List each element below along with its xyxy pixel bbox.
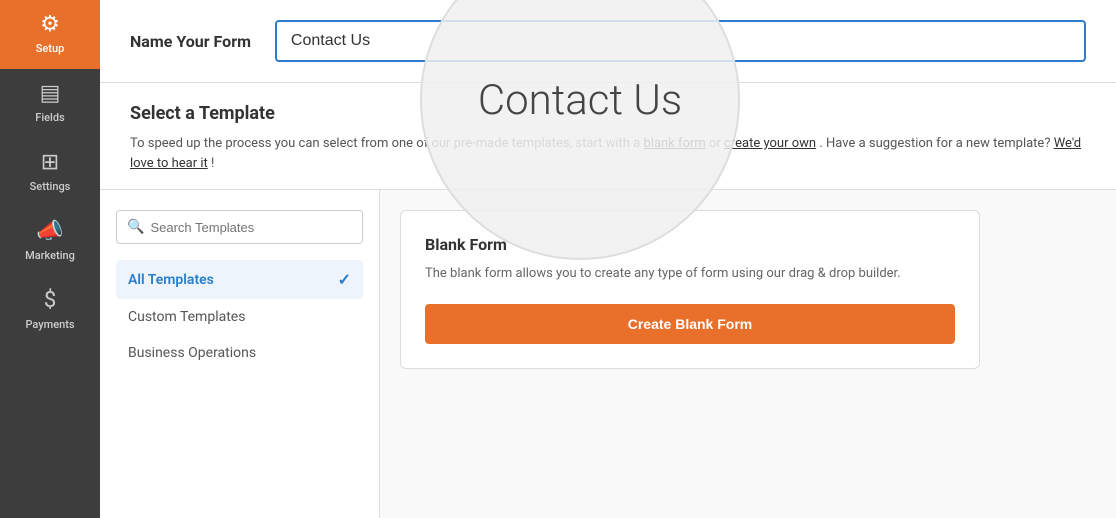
nav-custom-templates-label: Custom Templates bbox=[128, 309, 245, 325]
select-template-section: Select a Template To speed up the proces… bbox=[100, 83, 1116, 190]
search-input[interactable] bbox=[150, 220, 352, 235]
desc-after: . Have a suggestion for a new template? bbox=[819, 136, 1053, 151]
nav-all-templates-label: All Templates bbox=[128, 272, 214, 288]
checkmark-icon: ✓ bbox=[338, 270, 351, 289]
nav-business-operations[interactable]: Business Operations bbox=[116, 335, 363, 371]
nav-all-templates[interactable]: All Templates ✓ bbox=[116, 260, 363, 299]
template-section-title: Select a Template bbox=[130, 103, 1086, 124]
settings-icon: ⊞ bbox=[41, 152, 59, 174]
left-panel: 🔍 All Templates ✓ Custom Templates Busin… bbox=[100, 190, 380, 518]
desc-end: ! bbox=[211, 156, 214, 171]
nav-business-operations-label: Business Operations bbox=[128, 345, 256, 361]
gear-icon: ⚙ bbox=[40, 14, 60, 36]
marketing-icon: 📣 bbox=[36, 221, 63, 243]
blank-form-link[interactable]: blank form bbox=[643, 136, 705, 151]
sidebar-label-settings: Settings bbox=[30, 180, 71, 193]
form-name-input[interactable] bbox=[275, 20, 1086, 62]
search-icon: 🔍 bbox=[127, 219, 144, 235]
right-panel: Blank Form The blank form allows you to … bbox=[380, 190, 1116, 518]
sidebar-item-setup[interactable]: ⚙ Setup bbox=[0, 0, 100, 69]
sidebar-label-fields: Fields bbox=[35, 111, 64, 124]
blank-form-card: Blank Form The blank form allows you to … bbox=[400, 210, 980, 369]
desc-middle: or bbox=[709, 136, 724, 151]
sidebar-item-marketing[interactable]: 📣 Marketing bbox=[0, 207, 100, 276]
payments-icon: $ bbox=[44, 290, 56, 312]
create-blank-form-button[interactable]: Create Blank Form bbox=[425, 304, 955, 344]
main-content: Name Your Form Select a Template To spee… bbox=[100, 0, 1116, 518]
desc-before: To speed up the process you can select f… bbox=[130, 136, 643, 151]
blank-form-card-desc: The blank form allows you to create any … bbox=[425, 264, 955, 284]
nav-custom-templates[interactable]: Custom Templates bbox=[116, 299, 363, 335]
sidebar-label-marketing: Marketing bbox=[25, 249, 75, 262]
sidebar: ⚙ Setup ▤ Fields ⊞ Settings 📣 Marketing … bbox=[0, 0, 100, 518]
template-section-desc: To speed up the process you can select f… bbox=[130, 134, 1086, 173]
sidebar-item-settings[interactable]: ⊞ Settings bbox=[0, 138, 100, 207]
bottom-section: 🔍 All Templates ✓ Custom Templates Busin… bbox=[100, 190, 1116, 518]
main-wrapper: Contact Us Name Your Form Select a Templ… bbox=[100, 0, 1116, 518]
sidebar-item-fields[interactable]: ▤ Fields bbox=[0, 69, 100, 138]
fields-icon: ▤ bbox=[40, 83, 61, 105]
search-box[interactable]: 🔍 bbox=[116, 210, 363, 244]
name-form-label: Name Your Form bbox=[130, 32, 251, 51]
sidebar-label-payments: Payments bbox=[25, 318, 74, 331]
create-own-link[interactable]: create your own bbox=[724, 136, 816, 151]
sidebar-label-setup: Setup bbox=[36, 42, 65, 55]
sidebar-item-payments[interactable]: $ Payments bbox=[0, 276, 100, 345]
name-form-section: Name Your Form bbox=[100, 0, 1116, 83]
blank-form-card-title: Blank Form bbox=[425, 235, 955, 254]
